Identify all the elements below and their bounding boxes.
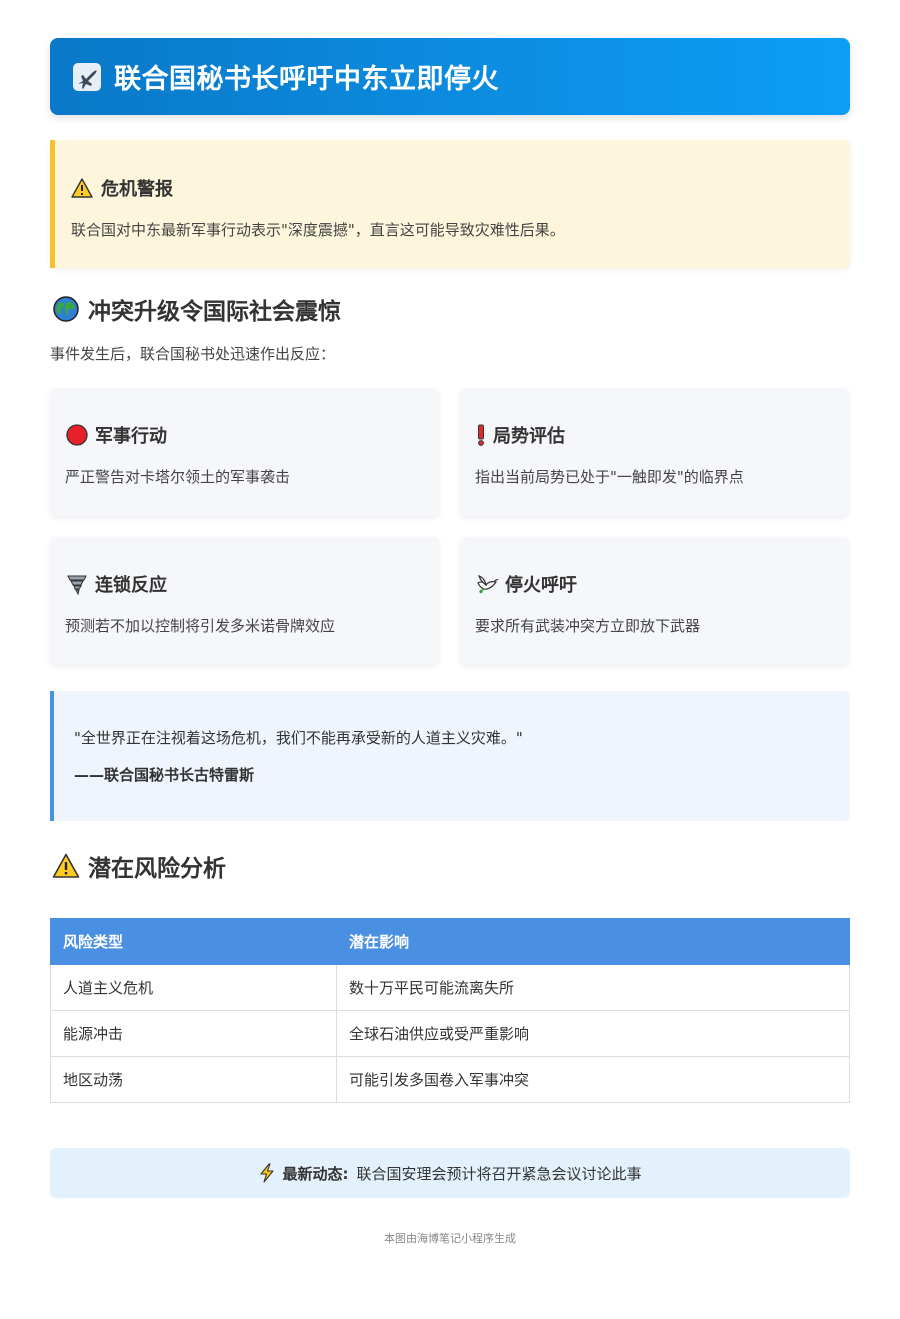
section-intro: 事件发生后，联合国秘书处迅速作出反应：	[50, 345, 336, 363]
section-title-escalation: 冲突升级令国际社会震惊	[52, 292, 341, 326]
news-label: 最新动态:	[282, 1164, 349, 1183]
table-header-row: 风险类型 潜在影响	[50, 918, 850, 965]
section-title-text: 冲突升级令国际社会震惊	[88, 299, 341, 325]
latest-news-banner: 最新动态: 联合国安理会预计将召开紧急会议讨论此事	[50, 1148, 850, 1198]
card-title: 停火呼吁	[505, 575, 577, 596]
page-title: 联合国秘书长呼吁中东立即停火	[114, 64, 499, 95]
card-text: 预测若不加以控制将引发多米诺骨牌效应	[65, 617, 336, 635]
crisis-alert-box: 危机警报 联合国对中东最新军事行动表示"深度震撼"，直言这可能导致灾难性后果。	[50, 140, 850, 268]
page-header: 联合国秘书长呼吁中东立即停火	[50, 38, 850, 115]
card-military-action: 军事行动 严正警告对卡塔尔领土的军事袭击	[50, 388, 439, 516]
section-title-text: 潜在风险分析	[88, 856, 226, 882]
exclamation-icon	[475, 423, 487, 447]
risk-table: 风险类型 潜在影响 人道主义危机 数十万平民可能流离失所 能源冲击 全球石油供应…	[50, 918, 850, 1103]
table-row: 人道主义危机 数十万平民可能流离失所	[50, 964, 850, 1011]
table-row: 地区动荡 可能引发多国卷入军事冲突	[50, 1056, 850, 1103]
card-text: 严正警告对卡塔尔领土的军事袭击	[65, 468, 291, 486]
table-row: 能源冲击 全球石油供应或受严重影响	[50, 1010, 850, 1057]
warning-icon	[71, 177, 95, 199]
table-cell: 地区动荡	[50, 1056, 337, 1103]
alert-text: 联合国对中东最新军事行动表示"深度震撼"，直言这可能导致灾难性后果。	[71, 221, 565, 239]
quote-block: "全世界正在注视着这场危机，我们不能再承受新的人道主义灾难。" ——联合国秘书长…	[50, 691, 850, 821]
airplane-icon	[72, 62, 102, 92]
column-header-impact: 潜在影响	[336, 918, 850, 965]
card-chain-reaction: 连锁反应 预测若不加以控制将引发多米诺骨牌效应	[50, 537, 439, 665]
card-text: 要求所有武装冲突方立即放下武器	[475, 617, 701, 635]
card-ceasefire-call: 停火呼吁 要求所有武装冲突方立即放下武器	[460, 537, 849, 665]
footer-note: 本图由海博笔记小程序生成	[384, 1232, 516, 1245]
card-title: 军事行动	[95, 426, 167, 447]
card-title: 连锁反应	[95, 575, 167, 596]
alert-title: 危机警报	[101, 179, 173, 200]
card-title: 局势评估	[493, 426, 565, 447]
tornado-icon	[65, 572, 89, 596]
table-cell: 数十万平民可能流离失所	[336, 964, 850, 1011]
section-title-risk: 潜在风险分析	[52, 849, 226, 883]
dove-icon	[475, 572, 499, 596]
card-situation-assessment: 局势评估 指出当前局势已处于"一触即发"的临界点	[460, 388, 849, 516]
quote-author: ——联合国秘书长古特雷斯	[74, 766, 255, 784]
globe-icon	[52, 295, 80, 323]
red-circle-icon	[65, 423, 89, 447]
table-cell: 可能引发多国卷入军事冲突	[336, 1056, 850, 1103]
table-cell: 人道主义危机	[50, 964, 337, 1011]
table-cell: 能源冲击	[50, 1010, 337, 1057]
card-text: 指出当前局势已处于"一触即发"的临界点	[475, 468, 744, 486]
lightning-icon	[258, 1162, 278, 1184]
news-text: 联合国安理会预计将召开紧急会议讨论此事	[356, 1164, 642, 1183]
warning-icon	[52, 852, 80, 880]
quote-text: "全世界正在注视着这场危机，我们不能再承受新的人道主义灾难。"	[74, 729, 523, 747]
column-header-risk-type: 风险类型	[50, 918, 337, 965]
table-cell: 全球石油供应或受严重影响	[336, 1010, 850, 1057]
